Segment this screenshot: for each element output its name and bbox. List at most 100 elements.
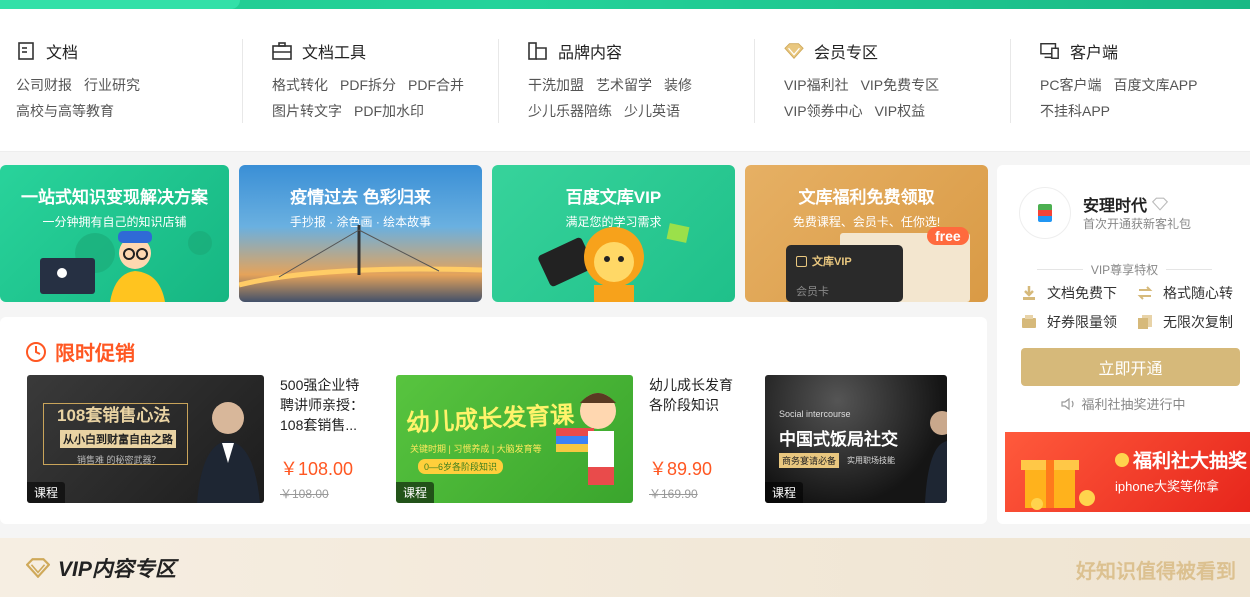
course-original-price: ￥108.00 [280, 487, 329, 501]
cover-subtitle: 从小白到财富自由之路 [60, 430, 176, 448]
nav-link[interactable]: 不挂科APP [1040, 103, 1110, 119]
nav-link[interactable]: 行业研究 [84, 77, 140, 93]
card-label: 文库VIP [812, 256, 852, 268]
nav-link[interactable]: 装修 [664, 77, 692, 93]
coin-icon [1115, 452, 1129, 467]
nav-link[interactable]: VIP权益 [875, 103, 926, 119]
cover-subtitle: Social intercourse [779, 409, 851, 419]
cover-note: 销售难 的秘密武器？ [77, 455, 161, 465]
nav-title: 文档工具 [302, 45, 367, 62]
vip-diamond-icon [26, 558, 50, 578]
vip-section-slogan: 好知识值得被看到 [1076, 561, 1236, 583]
convert-icon [1137, 286, 1153, 300]
course-cover[interactable]: 108套销售心法 从小白到财富自由之路 销售难 的秘密武器？ 课程 [27, 375, 264, 503]
open-vip-label: 立即开通 [1098, 361, 1163, 378]
lion-mascot-illustration [538, 223, 690, 302]
nav-col-client: 客户端 PC客户端 百度文库APP 不挂科APP [1010, 9, 1209, 152]
nav-link[interactable]: 少儿乐器陪练 [528, 103, 612, 119]
vip-perks-title: VIP尊享特权 [1090, 263, 1159, 277]
child-illustration [556, 393, 616, 485]
user-name-row: 安理时代 [1083, 192, 1169, 216]
nav-link[interactable]: PDF加水印 [354, 103, 424, 119]
speaker-icon [1061, 397, 1075, 410]
nav-head-client[interactable]: 客户端 [1040, 39, 1209, 63]
banner-knowledge[interactable]: 一站式知识变现解决方案 一分钟拥有自己的知识店铺 [0, 165, 229, 302]
course-price: ￥108.00 [280, 459, 354, 479]
nav-head-docs[interactable]: 文档 [16, 39, 152, 63]
nav-title: 会员专区 [814, 45, 879, 62]
gift-box-icon [1021, 460, 1095, 510]
cover-note: 0—6岁各阶段知识 [418, 459, 504, 474]
nav-link[interactable]: PC客户端 [1040, 77, 1101, 93]
nav-head-vip[interactable]: 会员专区 [784, 39, 951, 63]
vip-perks-header: VIP尊享特权 [1037, 261, 1212, 278]
banner-baidu-vip[interactable]: 百度文库VIP 满足您的学习需求 [492, 165, 735, 302]
banner-colors[interactable]: 疫情过去 色彩归来 手抄报 · 涂色画 · 绘本故事 [239, 165, 482, 302]
course-cover[interactable]: Social intercourse 中国式饭局社交 商务宴请必备 实用职场技能… [765, 375, 947, 503]
cover-title: 108套销售心法 [57, 406, 171, 425]
course-price: ￥89.90 [649, 459, 713, 479]
cover-title: 中国式饭局社交 [779, 430, 898, 449]
course-name[interactable]: 500强企业特聘讲师亲授：108套销售... [280, 375, 370, 435]
perk-label: 无限次复制 [1163, 314, 1233, 330]
nav-head-brand[interactable]: 品牌内容 [528, 39, 704, 63]
diamond-icon [784, 41, 804, 61]
nav-title: 品牌内容 [558, 45, 623, 62]
open-vip-button[interactable]: 立即开通 [1021, 348, 1240, 386]
lottery-notice[interactable]: 福利社抽奖进行中 [997, 394, 1250, 413]
course-cover[interactable]: 幼儿成长发育课 关键时期 | 习惯养成 | 大脑发育等 0—6岁各阶段知识 课程 [396, 375, 633, 503]
nav-link[interactable]: VIP福利社 [784, 77, 849, 93]
perk-item: 文档免费下 [1021, 283, 1117, 303]
nav-link[interactable]: VIP领券中心 [784, 103, 863, 119]
banner-welfare[interactable]: 文库福利免费领取 免费课程、会员卡、任你选! free 文库VIP 会员卡 [745, 165, 988, 302]
nav-link[interactable]: PDF合并 [408, 77, 464, 93]
user-name[interactable]: 安理时代 [1083, 192, 1147, 216]
cover-note-2: 实用职场技能 [847, 456, 895, 465]
course-original-price: ￥169.90 [649, 487, 698, 501]
document-icon [16, 41, 36, 61]
nav-title: 文档 [46, 45, 79, 62]
nav-link[interactable]: 公司财报 [16, 77, 72, 93]
free-badge: free [927, 227, 969, 245]
nav-link[interactable]: 格式转化 [272, 77, 328, 93]
nav-link[interactable]: VIP免费专区 [861, 77, 940, 93]
banner-title: 疫情过去 色彩归来 [290, 188, 431, 207]
lottery-subtitle: iphone大奖等你拿 [1115, 479, 1220, 494]
nav-link[interactable]: 图片转文字 [272, 103, 342, 119]
nav-title: 客户端 [1070, 45, 1119, 62]
nav-col-tools: 文档工具 格式转化 PDF拆分 PDF合并 图片转文字 PDF加水印 [242, 9, 476, 152]
vip-section-title: VIP内容专区 [58, 558, 176, 581]
vip-diamond-icon [1152, 197, 1169, 211]
nav-link[interactable]: 干洗加盟 [528, 77, 584, 93]
nav-link[interactable]: 少儿英语 [624, 103, 680, 119]
flash-sale-label: 限时促销 [55, 343, 135, 365]
toolbox-icon [272, 41, 292, 61]
perk-item: 无限次复制 [1137, 312, 1233, 332]
vip-section-header: VIP内容专区 好知识值得被看到 [0, 538, 1250, 597]
nav-link[interactable]: 艺术留学 [596, 77, 652, 93]
nav-head-tools[interactable]: 文档工具 [272, 39, 476, 63]
lottery-title: 福利社大抽奖 [1133, 451, 1248, 472]
nav-col-docs: 文档 公司财报 行业研究 高校与高等教育 [16, 9, 152, 152]
course-name[interactable]: 幼儿成长发育各阶段知识 [649, 375, 739, 415]
avatar[interactable] [1019, 187, 1071, 239]
perk-label: 格式随心转 [1163, 285, 1233, 301]
top-strip [0, 0, 1250, 9]
perk-label: 文档免费下 [1047, 285, 1117, 301]
banner-title: 一站式知识变现解决方案 [21, 188, 208, 207]
nav-link[interactable]: PDF拆分 [340, 77, 396, 93]
category-nav: 文档 公司财报 行业研究 高校与高等教育 文档工具 格式转化 PDF拆分 PDF合并 … [0, 9, 1250, 152]
client-devices-icon [1040, 41, 1060, 61]
perk-item: 好券限量领 [1021, 312, 1117, 332]
download-icon [1023, 286, 1035, 300]
clock-icon [26, 341, 46, 362]
user-subtitle: 首次开通获新客礼包 [1083, 217, 1192, 231]
coupon-icon [1022, 315, 1036, 328]
flash-sale-panel: 限时促销 108套销售心法 从小白到财富自由之路 销售难 的秘密武器？ 课程 5… [0, 317, 987, 524]
nav-col-vip: 会员专区 VIP福利社 VIP免费专区 VIP领券中心 VIP权益 [754, 9, 951, 152]
course-tag: 课程 [765, 482, 804, 503]
lottery-banner[interactable]: 福利社大抽奖 iphone大奖等你拿 [1005, 432, 1250, 512]
nav-link[interactable]: 百度文库APP [1113, 77, 1197, 93]
nav-link[interactable]: 高校与高等教育 [16, 103, 114, 119]
vip-section-title-row: VIP内容专区 [26, 553, 176, 583]
